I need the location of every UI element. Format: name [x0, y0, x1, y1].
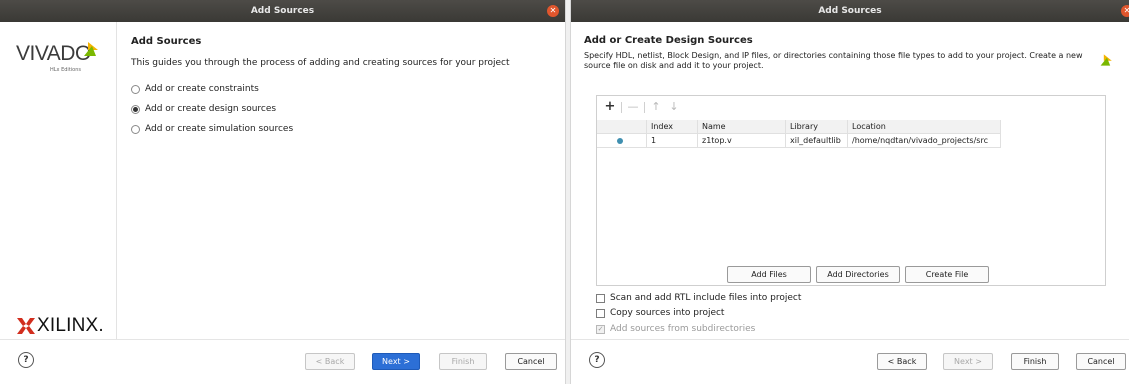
close-icon[interactable]: ✕ — [547, 5, 559, 17]
option-simulation-sources[interactable]: Add or create simulation sources — [131, 122, 293, 136]
move-down-icon[interactable]: ↓ — [667, 100, 681, 114]
sources-toolbar: + — ↑ ↓ — [597, 96, 1105, 118]
cancel-button[interactable]: Cancel — [1076, 353, 1126, 370]
window-title: Add Sources — [250, 6, 315, 16]
page-title: Add or Create Design Sources — [584, 35, 753, 46]
next-button[interactable]: Next > — [372, 353, 420, 370]
remove-icon[interactable]: — — [626, 100, 640, 114]
add-subdirectories-option[interactable]: ✓ Add sources from subdirectories — [596, 322, 755, 336]
column-header-location[interactable]: Location — [848, 120, 1001, 134]
vivado-edition: HLx Editions — [50, 67, 81, 73]
checkbox[interactable] — [596, 308, 605, 318]
vivado-wordmark: VIVADO — [16, 42, 91, 65]
dialog-footer: ? < Back Next > Finish Cancel — [571, 339, 1129, 384]
column-header-status[interactable] — [597, 120, 647, 134]
add-sources-dialog-step1: Add Sources ✕ VIVADO HLx Editions XILINX… — [0, 0, 565, 384]
checkbox[interactable] — [596, 293, 605, 303]
checkbox-label: Scan and add RTL include files into proj… — [610, 293, 802, 303]
radio-button[interactable] — [131, 124, 140, 134]
move-up-icon[interactable]: ↑ — [649, 100, 663, 114]
add-icon[interactable]: + — [603, 100, 617, 114]
finish-button[interactable]: Finish — [1011, 353, 1059, 370]
option-label: Add or create simulation sources — [145, 124, 294, 134]
next-button[interactable]: Next > — [943, 353, 993, 370]
option-label: Add or create design sources — [145, 104, 277, 114]
radio-button[interactable] — [131, 84, 140, 94]
window-title: Add Sources — [818, 6, 882, 16]
option-design-sources[interactable]: Add or create design sources — [131, 102, 276, 116]
column-header-name[interactable]: Name — [698, 120, 786, 134]
help-icon[interactable]: ? — [589, 352, 605, 368]
title-bar[interactable]: Add Sources ✕ — [0, 0, 565, 22]
table-row[interactable]: 1 z1top.v xil_defaultlib /home/nqdtan/vi… — [597, 134, 1001, 148]
option-constraints[interactable]: Add or create constraints — [131, 82, 259, 96]
table-header: Index Name Library Location — [597, 120, 1001, 134]
toolbar-separator — [644, 101, 645, 113]
add-directories-button[interactable]: Add Directories — [816, 266, 900, 283]
checkbox-label: Add sources from subdirectories — [610, 324, 756, 334]
column-header-index[interactable]: Index — [647, 120, 698, 134]
add-sources-dialog-step2: Add Sources ✕ Add or Create Design Sourc… — [571, 0, 1129, 384]
xilinx-wordmark: XILINX. — [37, 315, 104, 336]
back-button[interactable]: < Back — [877, 353, 927, 370]
column-header-library[interactable]: Library — [786, 120, 848, 134]
copy-sources-option[interactable]: Copy sources into project — [596, 306, 724, 320]
library-cell: xil_defaultlib — [786, 134, 848, 148]
name-cell: z1top.v — [698, 134, 786, 148]
location-cell: /home/nqdtan/vivado_projects/src — [848, 134, 1001, 148]
back-button[interactable]: < Back — [305, 353, 355, 370]
close-icon[interactable]: ✕ — [1121, 5, 1129, 17]
option-label: Add or create constraints — [145, 84, 259, 94]
title-bar[interactable]: Add Sources ✕ — [571, 0, 1129, 22]
page-description: This guides you through the process of a… — [131, 58, 510, 68]
help-icon[interactable]: ? — [18, 352, 34, 368]
status-cell — [597, 134, 647, 148]
scan-rtl-include-option[interactable]: Scan and add RTL include files into proj… — [596, 291, 801, 305]
page-description: Specify HDL, netlist, Block Design, and … — [584, 51, 1083, 70]
status-dot-icon — [617, 138, 623, 144]
add-files-button[interactable]: Add Files — [727, 266, 811, 283]
create-file-button[interactable]: Create File — [905, 266, 989, 283]
radio-button-selected[interactable] — [131, 104, 140, 114]
page-title: Add Sources — [131, 36, 202, 47]
vivado-mark-icon — [84, 42, 98, 56]
brand-pane: VIVADO HLx Editions XILINX. — [0, 22, 116, 340]
index-cell: 1 — [647, 134, 698, 148]
xilinx-mark-icon — [17, 318, 35, 334]
dialog-footer: ? < Back Next > Finish Cancel — [0, 339, 565, 384]
vivado-mark-icon — [1100, 54, 1112, 66]
step-content: Add Sources This guides you through the … — [116, 22, 565, 340]
finish-button[interactable]: Finish — [439, 353, 487, 370]
toolbar-separator — [621, 101, 622, 113]
sources-panel: + — ↑ ↓ Index Name Library Location 1 z1… — [596, 95, 1106, 286]
vivado-logo: VIVADO HLx Editions — [16, 40, 106, 84]
source-actions: Add Files Add Directories Create File — [571, 266, 1129, 283]
checkbox-checked[interactable]: ✓ — [596, 324, 605, 334]
cancel-button[interactable]: Cancel — [505, 353, 557, 370]
checkbox-label: Copy sources into project — [610, 308, 725, 318]
